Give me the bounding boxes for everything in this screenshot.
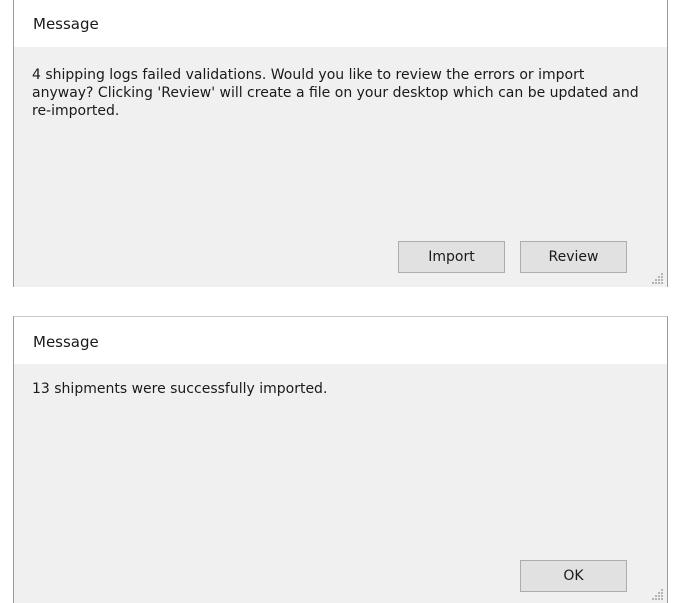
review-errors-dialog: Message 4 shipping logs failed validatio… <box>13 0 668 287</box>
ok-button[interactable]: OK <box>520 560 627 592</box>
dialog-title: Message <box>33 333 99 351</box>
import-button[interactable]: Import <box>398 241 505 273</box>
dialog-message: 13 shipments were successfully imported. <box>32 381 328 397</box>
dialog-title: Message <box>33 15 99 33</box>
resize-grip-icon[interactable] <box>652 588 664 600</box>
import-success-dialog: Message 13 shipments were successfully i… <box>13 316 668 603</box>
review-button[interactable]: Review <box>520 241 627 273</box>
dialog-message: 4 shipping logs failed validations. Woul… <box>32 67 639 119</box>
dialog-titlebar[interactable]: Message <box>14 0 667 47</box>
resize-grip-icon[interactable] <box>652 272 664 284</box>
dialog-titlebar[interactable]: Message <box>14 317 667 364</box>
